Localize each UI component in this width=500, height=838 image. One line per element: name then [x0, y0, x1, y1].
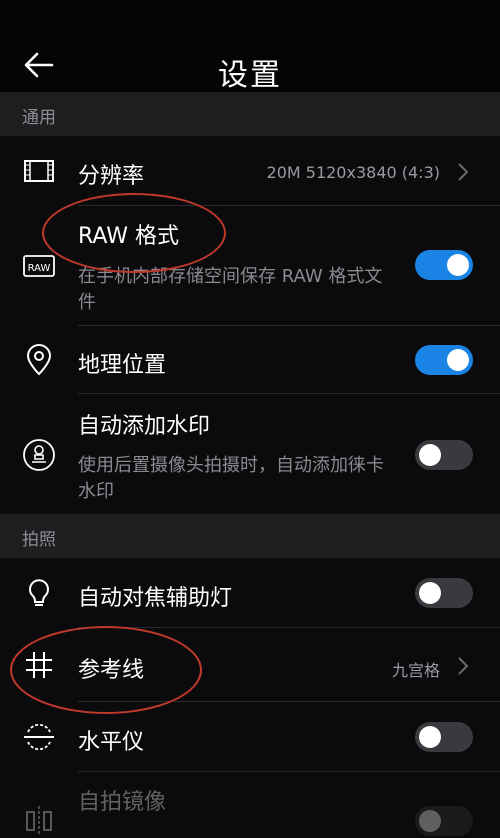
location-row[interactable]: 地理位置	[0, 326, 500, 394]
chevron-right-icon	[458, 163, 469, 181]
stamp-icon	[23, 439, 55, 471]
level-icon	[24, 723, 54, 751]
resolution-label: 分辨率	[78, 164, 145, 189]
level-row[interactable]: 水平仪	[0, 702, 500, 772]
toggle-knob	[447, 349, 469, 371]
top-bar: 设置	[0, 0, 500, 93]
grid-row[interactable]: 参考线 九宫格	[0, 628, 500, 702]
section-label: 拍照	[22, 530, 56, 550]
af-light-label: 自动对焦辅助灯	[78, 586, 233, 611]
grid-label: 参考线	[78, 658, 145, 683]
chevron-right-icon	[458, 657, 469, 675]
raw-row[interactable]: RAW RAW 格式 在手机内部存储空间保存 RAW 格式文件	[0, 206, 500, 326]
page-title: 设置	[218, 58, 282, 93]
toggle-knob	[447, 254, 469, 276]
watermark-description: 使用后置摄像头拍摄时，自动添加徕卡水印	[78, 455, 384, 502]
mirror-label: 自拍镜像	[78, 790, 167, 815]
toggle-knob	[419, 582, 441, 604]
toggle-knob	[419, 444, 441, 466]
resolution-row[interactable]: 分辨率 20M 5120x3840 (4:3)	[0, 136, 500, 206]
resolution-value: 20M 5120x3840 (4:3)	[266, 163, 440, 182]
watermark-row[interactable]: 自动添加水印 使用后置摄像头拍摄时，自动添加徕卡水印	[0, 394, 500, 514]
mirror-toggle[interactable]	[415, 806, 473, 836]
grid-value: 九宫格	[391, 661, 440, 680]
mirror-row[interactable]: 自拍镜像	[0, 772, 500, 836]
watermark-label: 自动添加水印	[78, 414, 211, 439]
toggle-knob	[419, 726, 441, 748]
section-header-photo: 拍照	[0, 514, 500, 558]
location-pin-icon	[26, 344, 52, 376]
lightbulb-icon	[29, 579, 49, 606]
location-label: 地理位置	[78, 353, 167, 378]
level-label: 水平仪	[78, 730, 145, 755]
level-toggle[interactable]	[415, 722, 473, 752]
toggle-knob	[419, 810, 441, 832]
raw-description: 在手机内部存储空间保存 RAW 格式文件	[78, 266, 383, 313]
af-light-row[interactable]: 自动对焦辅助灯	[0, 558, 500, 628]
watermark-toggle[interactable]	[415, 440, 473, 470]
raw-label: RAW 格式	[78, 224, 179, 249]
section-label: 通用	[22, 108, 56, 128]
svg-text:RAW: RAW	[28, 263, 51, 274]
raw-icon: RAW	[23, 255, 55, 277]
resolution-frame-icon	[24, 160, 54, 182]
location-toggle[interactable]	[415, 345, 473, 375]
mirror-icon	[26, 806, 52, 836]
section-header-general: 通用	[0, 92, 500, 136]
grid-icon	[26, 652, 52, 678]
raw-toggle[interactable]	[415, 250, 473, 280]
af-light-toggle[interactable]	[415, 578, 473, 608]
